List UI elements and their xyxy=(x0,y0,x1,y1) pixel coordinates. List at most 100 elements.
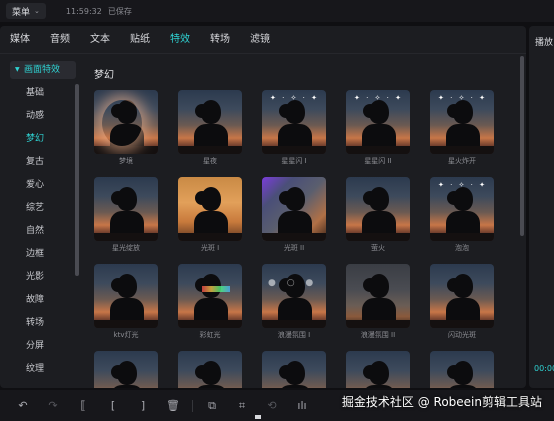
sidebar-scrollbar[interactable] xyxy=(75,84,79,276)
effect-card[interactable]: 彩虹光 xyxy=(178,264,242,340)
effect-label: 彩虹光 xyxy=(199,331,221,339)
effect-label: 浪漫氛围 II xyxy=(360,331,396,339)
silhouette-image xyxy=(192,361,228,388)
watermark: 掘金技术社区 @ Robeein剪辑工具站 xyxy=(341,395,542,409)
sidebar-item[interactable]: 自然 xyxy=(0,220,82,243)
effect-card[interactable] xyxy=(430,351,494,388)
effect-thumbnail xyxy=(346,264,410,328)
silhouette-image xyxy=(276,361,312,388)
trim-left-icon[interactable]: [ xyxy=(98,399,128,412)
trim-right-icon[interactable]: ] xyxy=(128,399,158,412)
effects-panel: 媒体 音频 文本 贴纸 特效 转场 滤镜 ▼ 画面特效 基础 动感 梦幻 复古 爱心 综艺… xyxy=(0,26,526,388)
menu-label: 菜单 xyxy=(12,7,31,18)
effect-card[interactable] xyxy=(94,351,158,388)
tab-filters[interactable]: 滤镜 xyxy=(240,26,280,54)
toolbar-divider xyxy=(192,399,193,412)
sidebar-item[interactable]: 分屏 xyxy=(0,335,82,358)
sidebar-item[interactable]: 梦幻 xyxy=(0,128,82,151)
effect-label: 泡泡 xyxy=(455,244,469,252)
delete-icon[interactable]: 🗑 xyxy=(158,399,188,412)
effect-thumbnail xyxy=(430,177,494,241)
effect-label: 浪漫氛围 I xyxy=(277,331,311,339)
effect-card[interactable]: 星火炸开 xyxy=(430,90,494,166)
effect-thumbnail xyxy=(262,264,326,328)
effect-label: 梦境 xyxy=(119,157,133,165)
effect-thumbnail xyxy=(346,177,410,241)
silhouette-image xyxy=(108,361,144,388)
audio-wave-icon[interactable]: ılı xyxy=(287,399,317,412)
effect-card[interactable]: 光斑 I xyxy=(178,177,242,253)
crop-icon[interactable]: ⌗ xyxy=(227,399,257,413)
tab-stickers[interactable]: 贴纸 xyxy=(120,26,160,54)
category-tabs: 媒体 音频 文本 贴纸 特效 转场 滤镜 xyxy=(0,26,526,54)
effect-thumbnail xyxy=(430,351,494,388)
effect-card[interactable]: 星夜 xyxy=(178,90,242,166)
effect-thumbnail xyxy=(94,177,158,241)
sidebar-item[interactable]: 爱心 xyxy=(0,174,82,197)
effect-card[interactable]: 星星闪 II xyxy=(346,90,410,166)
effect-card[interactable]: 浪漫氛围 II xyxy=(346,264,410,340)
sidebar-item[interactable]: 故障 xyxy=(0,289,82,312)
chevron-down-icon: ⌄ xyxy=(34,7,40,15)
sidebar-header-label: 画面特效 xyxy=(24,65,61,75)
rotate-icon[interactable]: ⟲ xyxy=(257,399,287,412)
player-panel: 播放 00:00 xyxy=(529,26,554,388)
effects-content: 梦幻 梦境 星夜 星星闪 I 星星闪 II 星火炸开星光绽放 光斑 I 光斑 II 萤火 泡泡 k… xyxy=(82,54,526,388)
effect-label: 光斑 II xyxy=(283,244,305,252)
sidebar-item[interactable]: 光影 xyxy=(0,266,82,289)
effect-card[interactable]: 星光绽放 xyxy=(94,177,158,253)
effect-thumbnail xyxy=(94,90,158,154)
sidebar-item[interactable]: 动感 xyxy=(0,105,82,128)
player-time: 00:00 xyxy=(534,364,554,373)
sidebar-item[interactable]: 边框 xyxy=(0,243,82,266)
top-bar: 菜单 ⌄ 11:59:32 已保存 xyxy=(0,0,554,22)
effect-label: 光斑 I xyxy=(200,244,220,252)
section-title: 梦幻 xyxy=(94,70,114,81)
effect-label: 闪动光斑 xyxy=(448,331,476,339)
effect-label: ktv灯光 xyxy=(113,331,139,339)
effect-label: 星星闪 II xyxy=(364,157,392,165)
effect-card[interactable]: 浪漫氛围 I xyxy=(262,264,326,340)
effect-card[interactable]: 梦境 xyxy=(94,90,158,166)
tab-text[interactable]: 文本 xyxy=(80,26,120,54)
copy-icon[interactable]: ⧉ xyxy=(197,399,227,413)
effect-card[interactable]: 光斑 II xyxy=(262,177,326,253)
effect-thumbnail xyxy=(178,177,242,241)
effect-card[interactable] xyxy=(262,351,326,388)
effect-label: 星光绽放 xyxy=(112,244,140,252)
tab-effects[interactable]: 特效 xyxy=(160,26,200,54)
sidebar-item[interactable]: 综艺 xyxy=(0,197,82,220)
effect-thumbnail xyxy=(262,177,326,241)
menu-button[interactable]: 菜单 ⌄ xyxy=(6,3,46,19)
effect-card[interactable] xyxy=(178,351,242,388)
tab-audio[interactable]: 音频 xyxy=(40,26,80,54)
effect-label: 星星闪 I xyxy=(281,157,307,165)
effect-thumbnail xyxy=(94,351,158,388)
effect-card[interactable]: 泡泡 xyxy=(430,177,494,253)
silhouette-image xyxy=(444,361,480,388)
tab-transitions[interactable]: 转场 xyxy=(200,26,240,54)
effect-card[interactable]: 星星闪 I xyxy=(262,90,326,166)
sidebar-item[interactable]: 复古 xyxy=(0,151,82,174)
sidebar-item[interactable]: 纹理 xyxy=(0,358,82,381)
content-scrollbar[interactable] xyxy=(520,56,524,236)
effect-thumbnail xyxy=(94,264,158,328)
split-icon[interactable]: ⟦ xyxy=(68,399,98,412)
effect-card[interactable] xyxy=(346,351,410,388)
scroll-indicator xyxy=(255,415,261,419)
effect-card[interactable]: ktv灯光 xyxy=(94,264,158,340)
redo-icon[interactable]: ↷ xyxy=(38,399,68,412)
effect-card[interactable]: 闪动光斑 xyxy=(430,264,494,340)
sidebar-header-screen-effects[interactable]: ▼ 画面特效 xyxy=(10,61,76,79)
undo-icon[interactable]: ↶ xyxy=(8,399,38,412)
sidebar-item[interactable]: 基础 xyxy=(0,82,82,105)
effect-thumbnail xyxy=(346,90,410,154)
save-status: 已保存 xyxy=(107,6,132,16)
caret-down-icon: ▼ xyxy=(15,66,20,73)
silhouette-image xyxy=(360,361,396,388)
effect-card[interactable]: 萤火 xyxy=(346,177,410,253)
effect-thumbnail xyxy=(262,90,326,154)
effect-label: 萤火 xyxy=(371,244,385,252)
sidebar-item[interactable]: 转场 xyxy=(0,312,82,335)
tab-media[interactable]: 媒体 xyxy=(0,26,40,54)
